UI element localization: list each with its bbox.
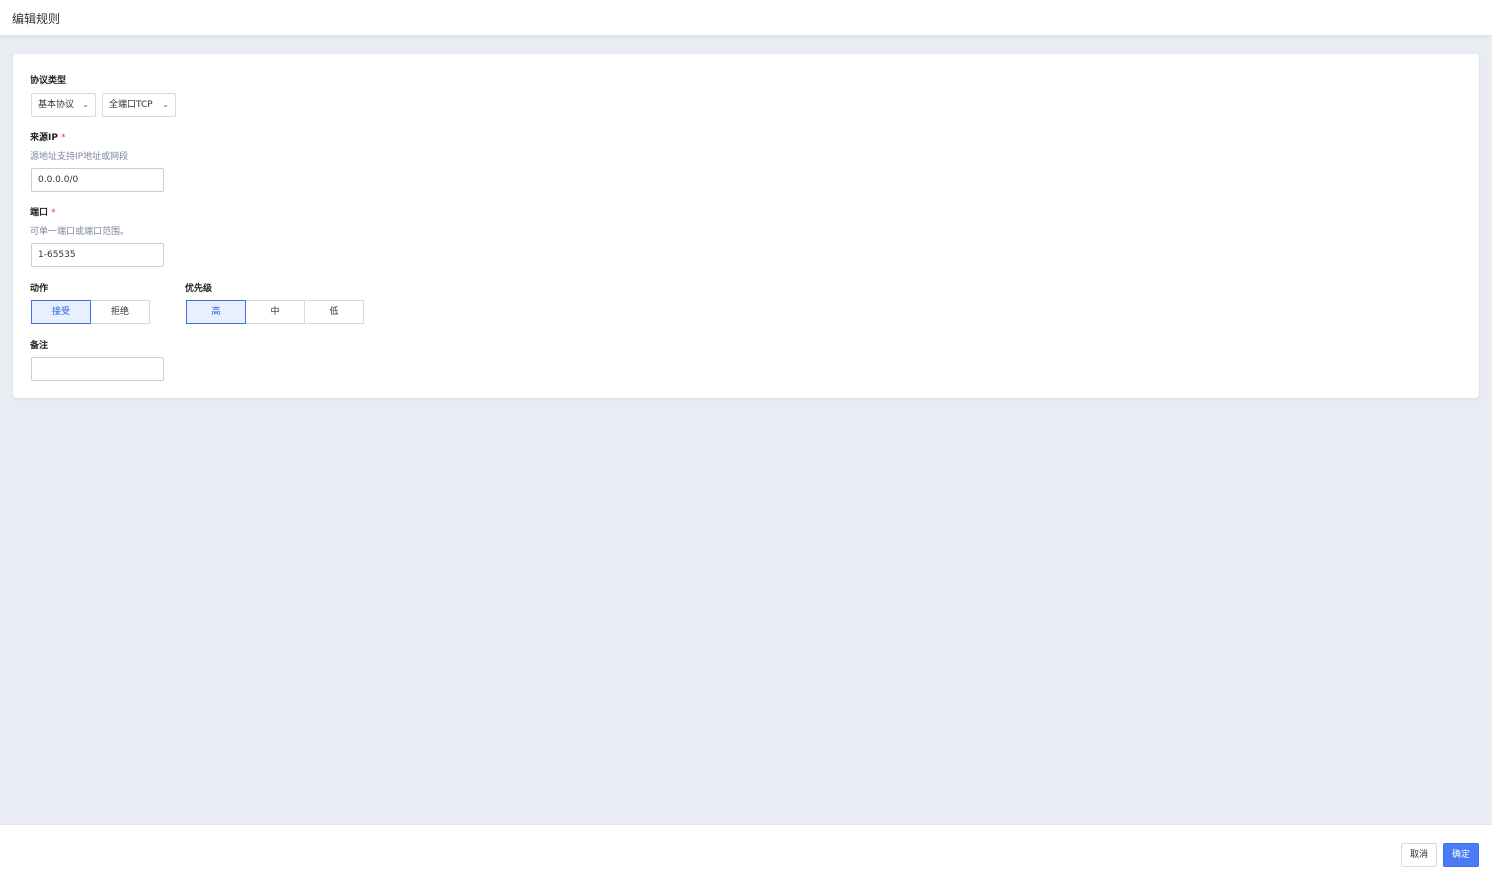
protocol-group-value: 基本协议 <box>38 100 75 110</box>
port-input[interactable]: 1-65535 <box>31 243 164 267</box>
port-label-text: 端口 <box>30 208 49 218</box>
cancel-button[interactable]: 取消 <box>1401 843 1437 867</box>
chevron-down-icon: ⌄ <box>162 100 169 109</box>
source-ip-input[interactable]: 0.0.0.0/0 <box>31 168 164 192</box>
priority-option-low[interactable]: 低 <box>304 300 364 324</box>
page-header: 编辑规则 <box>0 0 1492 36</box>
priority-label: 优先级 <box>185 284 213 294</box>
port-hint: 可单一端口或端口范围。 <box>30 227 130 237</box>
page-title: 编辑规则 <box>12 12 61 26</box>
chevron-down-icon: ⌄ <box>82 100 89 109</box>
rule-form-card: 协议类型 基本协议 ⌄ 全端口TCP ⌄ 来源IP * 源地址支持IP地址或网段 … <box>13 54 1479 398</box>
remark-input[interactable] <box>31 357 164 381</box>
footer-bar: 取消 确定 <box>0 824 1492 874</box>
remark-label: 备注 <box>30 341 49 351</box>
protocol-value-text: 全端口TCP <box>109 100 153 110</box>
protocol-type-label: 协议类型 <box>30 76 67 86</box>
protocol-group-select[interactable]: 基本协议 ⌄ <box>31 93 96 117</box>
source-ip-label: 来源IP * <box>30 130 65 143</box>
required-mark: * <box>60 133 66 143</box>
priority-option-medium[interactable]: 中 <box>245 300 305 324</box>
protocol-value-select[interactable]: 全端口TCP ⌄ <box>102 93 176 117</box>
port-label: 端口 * <box>30 205 56 218</box>
source-ip-label-text: 来源IP <box>30 133 58 143</box>
source-ip-hint: 源地址支持IP地址或网段 <box>30 152 129 162</box>
confirm-button[interactable]: 确定 <box>1443 843 1479 867</box>
action-option-reject[interactable]: 拒绝 <box>90 300 150 324</box>
priority-option-high[interactable]: 高 <box>186 300 246 324</box>
action-label: 动作 <box>30 284 49 294</box>
required-mark: * <box>51 208 56 218</box>
action-option-accept[interactable]: 接受 <box>31 300 91 324</box>
